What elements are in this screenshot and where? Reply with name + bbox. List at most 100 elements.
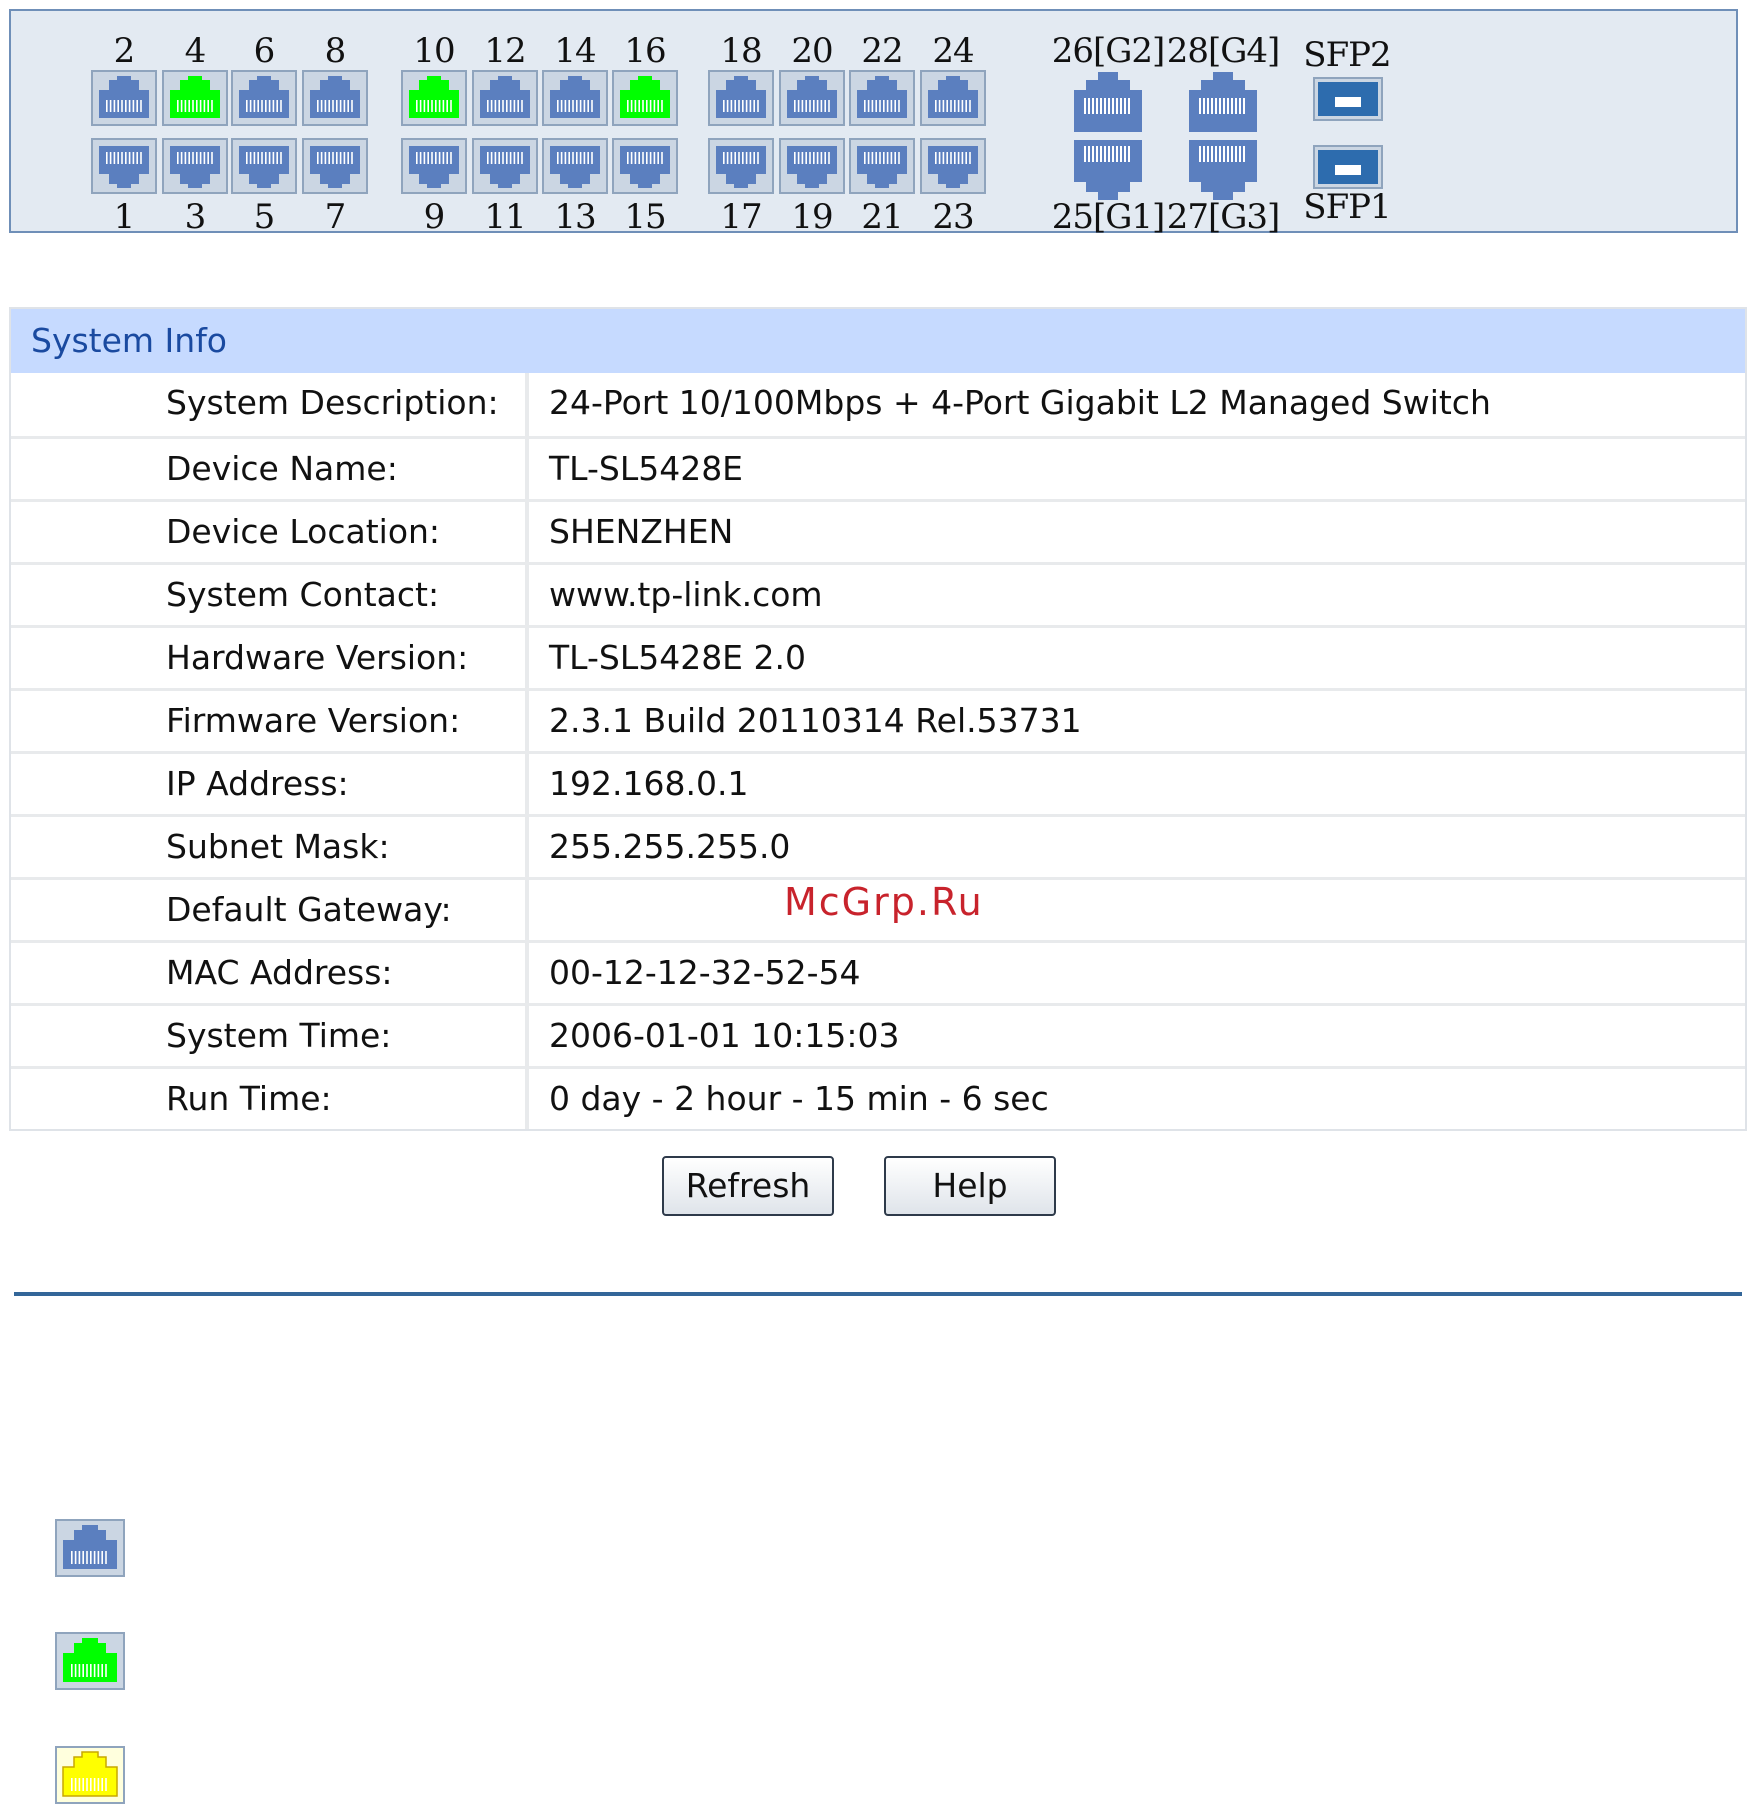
port-24[interactable] xyxy=(920,70,986,126)
table-row: System Description: 24-Port 10/100Mbps + … xyxy=(11,373,1745,436)
field-label: MAC Address: xyxy=(11,943,529,1003)
port-21[interactable] xyxy=(849,138,915,194)
field-value: TL-SL5428E xyxy=(549,449,744,488)
port-12[interactable] xyxy=(472,70,538,126)
gigabit-port-label: 28[G4] xyxy=(1166,31,1281,71)
port-normal-icon xyxy=(550,146,600,188)
field-value: 192.168.0.1 xyxy=(549,764,749,803)
field-label: Device Location: xyxy=(11,502,529,562)
port-normal-icon xyxy=(716,76,766,118)
port-normal-icon xyxy=(409,146,459,188)
port-13[interactable] xyxy=(542,138,608,194)
port-normal-icon xyxy=(857,76,907,118)
watermark: McGrp.Ru xyxy=(784,880,984,924)
port-15[interactable] xyxy=(612,138,678,194)
port-17[interactable] xyxy=(708,138,774,194)
port-normal-icon xyxy=(550,76,600,118)
port-8[interactable] xyxy=(302,70,368,126)
port-normal-icon xyxy=(620,146,670,188)
sfp-label: SFP1 xyxy=(1303,187,1391,227)
port-4[interactable] xyxy=(162,70,228,126)
port-normal-icon xyxy=(239,146,289,188)
port-label: 16 xyxy=(624,31,666,71)
port-normal-icon xyxy=(787,146,837,188)
field-label: Hardware Version: xyxy=(11,628,529,688)
port-yellow-icon xyxy=(55,1746,125,1804)
field-value: TL-SL5428E 2.0 xyxy=(549,638,807,677)
field-label: Default Gateway: xyxy=(11,880,529,940)
port-active-icon xyxy=(409,76,459,118)
port-19[interactable] xyxy=(779,138,845,194)
port-normal-icon xyxy=(170,146,220,188)
gigabit-port-icon xyxy=(1074,140,1142,200)
port-22[interactable] xyxy=(849,70,915,126)
gigabit-port-icon xyxy=(1074,72,1142,132)
sfp-port-SFP1[interactable] xyxy=(1313,145,1383,189)
port-2[interactable] xyxy=(91,70,157,126)
field-label: Subnet Mask: xyxy=(11,817,529,877)
port-6[interactable] xyxy=(231,70,297,126)
help-button[interactable]: Help xyxy=(884,1156,1056,1216)
table-row: Subnet Mask: 255.255.255.0 xyxy=(11,814,1745,877)
table-row: Device Name: TL-SL5428E xyxy=(11,436,1745,499)
divider xyxy=(14,1292,1742,1296)
gigabit-port-25[G1][interactable] xyxy=(1072,138,1144,202)
table-row: System Contact: www.tp-link.com xyxy=(11,562,1745,625)
gigabit-port-icon xyxy=(1189,72,1257,132)
field-value: 0 day - 2 hour - 15 min - 6 sec xyxy=(549,1079,1049,1118)
field-label: System Description: xyxy=(11,373,529,436)
gigabit-port-26[G2][interactable] xyxy=(1072,70,1144,134)
sfp-port-icon xyxy=(1318,82,1378,116)
gigabit-port-27[G3][interactable] xyxy=(1187,138,1259,202)
field-value: www.tp-link.com xyxy=(549,575,823,614)
gigabit-port-icon xyxy=(1189,140,1257,200)
field-value: 00-12-12-32-52-54 xyxy=(549,953,861,992)
port-3[interactable] xyxy=(162,138,228,194)
port-normal-icon xyxy=(480,146,530,188)
sfp-port-SFP2[interactable] xyxy=(1313,77,1383,121)
port-11[interactable] xyxy=(472,138,538,194)
table-row: Hardware Version: TL-SL5428E 2.0 xyxy=(11,625,1745,688)
sfp-label: SFP2 xyxy=(1303,35,1391,75)
port-5[interactable] xyxy=(231,138,297,194)
port-label: 7 xyxy=(324,197,347,237)
field-value xyxy=(529,880,1745,940)
port-active-icon xyxy=(170,76,220,118)
table-row: Device Location: SHENZHEN xyxy=(11,499,1745,562)
field-value: SHENZHEN xyxy=(549,512,734,551)
port-20[interactable] xyxy=(779,70,845,126)
table-row: Run Time: 0 day - 2 hour - 15 min - 6 sec xyxy=(11,1066,1745,1129)
field-label: Firmware Version: xyxy=(11,691,529,751)
field-value: 255.255.255.0 xyxy=(549,827,791,866)
port-18[interactable] xyxy=(708,70,774,126)
port-normal-icon xyxy=(480,76,530,118)
port-16[interactable] xyxy=(612,70,678,126)
system-info-title: System Info xyxy=(11,309,1745,373)
port-normal-icon xyxy=(99,76,149,118)
port-7[interactable] xyxy=(302,138,368,194)
port-normal-icon xyxy=(928,76,978,118)
port-23[interactable] xyxy=(920,138,986,194)
table-row: Firmware Version: 2.3.1 Build 20110314 Re… xyxy=(11,688,1745,751)
port-normal-icon xyxy=(239,76,289,118)
port-9[interactable] xyxy=(401,138,467,194)
table-row: System Time: 2006-01-01 10:15:03 xyxy=(11,1003,1745,1066)
gigabit-port-28[G4][interactable] xyxy=(1187,70,1259,134)
port-normal-icon xyxy=(310,76,360,118)
port-active-icon xyxy=(55,1632,125,1690)
port-active-icon xyxy=(620,76,670,118)
port-1[interactable] xyxy=(91,138,157,194)
port-14[interactable] xyxy=(542,70,608,126)
field-value: 2006-01-01 10:15:03 xyxy=(549,1016,900,1055)
system-info-table: System Info System Description: 24-Port 1… xyxy=(9,307,1747,1131)
port-normal-icon xyxy=(928,146,978,188)
field-label: System Time: xyxy=(11,1006,529,1066)
port-label: 8 xyxy=(324,31,347,71)
field-value: 2.3.1 Build 20110314 Rel.53731 xyxy=(549,701,1082,740)
port-normal-icon xyxy=(99,146,149,188)
port-10[interactable] xyxy=(401,70,467,126)
field-label: IP Address: xyxy=(11,754,529,814)
refresh-button[interactable]: Refresh xyxy=(662,1156,834,1216)
system-info-rows: System Description: 24-Port 10/100Mbps + … xyxy=(11,373,1745,1129)
port-panel: 2 4 6 8 10 12 14 16 18 20 22 24 1 3 5 7 9 11 13 15 17 19 21 23 2… xyxy=(9,9,1738,237)
